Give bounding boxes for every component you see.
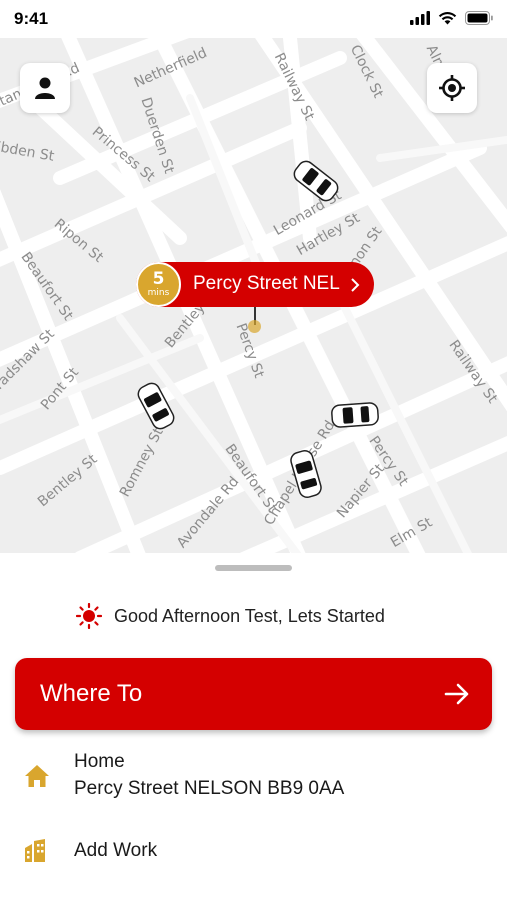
status-time: 9:41 <box>14 9 49 28</box>
crosshair-location-icon <box>439 75 465 101</box>
home-icon <box>25 765 49 787</box>
eta-unit: mins <box>147 287 170 298</box>
work-building-icon <box>25 839 45 862</box>
taxi-car-icon <box>331 402 379 428</box>
add-work-button[interactable]: Add Work <box>0 836 507 870</box>
sun-icon <box>76 603 102 629</box>
status-bar: 9:41 <box>0 0 507 38</box>
status-icons <box>410 11 493 25</box>
where-to-label: Where To <box>40 680 143 707</box>
locate-me-button[interactable] <box>427 63 477 113</box>
battery-icon <box>465 11 493 25</box>
cellular-signal-icon <box>410 11 430 25</box>
eta-badge: 5 mins <box>136 262 181 307</box>
place-title: Home <box>74 751 125 772</box>
pickup-label: Percy Street NEL <box>193 273 340 294</box>
pickup-location-pill[interactable]: 5 mins Percy Street NEL <box>136 262 374 307</box>
greeting-text: Good Afternoon Test, Lets Started <box>114 605 385 626</box>
saved-place-home[interactable]: Home Percy Street NELSON BB9 0AA <box>0 746 507 806</box>
wifi-icon <box>438 12 457 25</box>
user-icon <box>35 77 55 99</box>
bottom-sheet: Good Afternoon Test, Lets Started Where … <box>0 553 507 900</box>
map-view[interactable]: Stanworth Rd Netherfield Railway St Cloc… <box>0 38 507 553</box>
where-to-button[interactable]: Where To <box>15 658 492 730</box>
place-title: Add Work <box>74 840 158 861</box>
place-address: Percy Street NELSON BB9 0AA <box>74 778 345 799</box>
chevron-right-icon <box>351 278 360 292</box>
pickup-location-dot <box>248 320 261 333</box>
arrow-right-icon <box>444 683 469 705</box>
eta-value: 5 <box>152 268 165 289</box>
sheet-drag-handle[interactable] <box>215 565 292 571</box>
greeting-row: Good Afternoon Test, Lets Started <box>76 603 385 629</box>
profile-button[interactable] <box>20 63 70 113</box>
